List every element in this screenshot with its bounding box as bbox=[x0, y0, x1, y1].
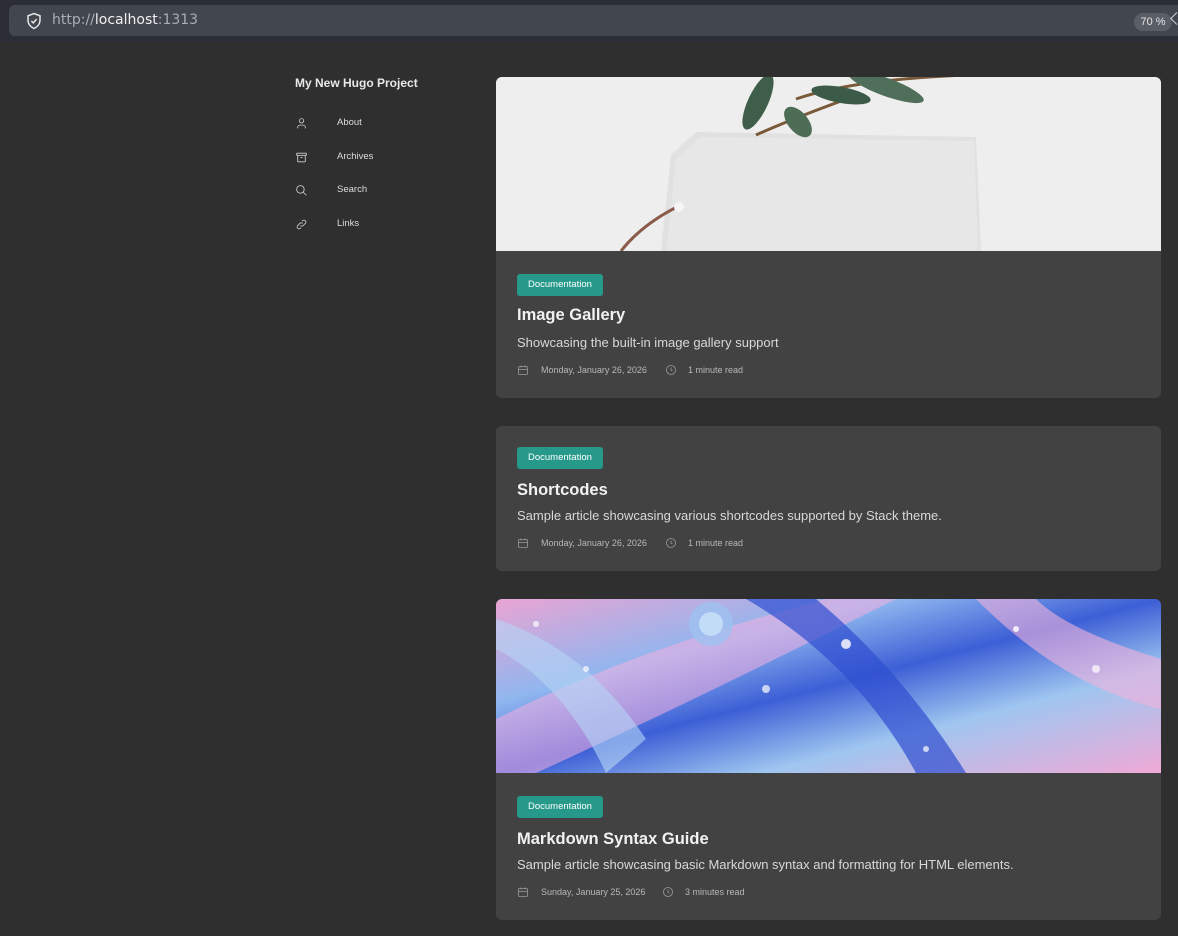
category-tag[interactable]: Documentation bbox=[517, 274, 603, 296]
article-read-time: 1 minute read bbox=[688, 538, 744, 548]
clock-icon bbox=[663, 887, 673, 897]
article-date: Sunday, January 25, 2026 bbox=[541, 887, 646, 897]
sidebar-item-links[interactable]: Links bbox=[295, 217, 435, 237]
article-card-shortcodes[interactable]: Documentation Shortcodes Sample article … bbox=[496, 426, 1161, 571]
clock-icon bbox=[666, 538, 676, 548]
sidebar-item-label: Archives bbox=[337, 151, 374, 162]
article-title[interactable]: Image Gallery bbox=[517, 306, 625, 325]
calendar-icon bbox=[518, 365, 528, 375]
archive-icon bbox=[296, 152, 307, 163]
sidebar-item-archives[interactable]: Archives bbox=[295, 150, 435, 170]
article-date: Monday, January 26, 2026 bbox=[541, 538, 647, 548]
article-card-image-gallery[interactable]: Documentation Image Gallery Showcasing t… bbox=[496, 77, 1161, 398]
site-title[interactable]: My New Hugo Project bbox=[295, 76, 418, 90]
address-bar[interactable]: http://localhost:1313 70 % bbox=[9, 5, 1178, 36]
article-title[interactable]: Shortcodes bbox=[517, 481, 608, 500]
article-cover-image[interactable] bbox=[496, 599, 1161, 773]
url-text[interactable]: http://localhost:1313 bbox=[52, 12, 198, 29]
article-cover-image[interactable] bbox=[496, 77, 1161, 251]
sidebar-item-about[interactable]: About bbox=[295, 116, 435, 136]
user-icon bbox=[297, 118, 306, 129]
clock-icon bbox=[666, 365, 676, 375]
browser-toolbar: http://localhost:1313 70 % bbox=[0, 0, 1178, 42]
sidebar-item-label: Search bbox=[337, 184, 368, 195]
article-subtitle: Showcasing the built-in image gallery su… bbox=[517, 335, 779, 350]
search-icon bbox=[296, 185, 307, 196]
sidebar-item-label: About bbox=[337, 117, 362, 128]
zoom-level-badge[interactable]: 70 % bbox=[1134, 13, 1172, 31]
article-read-time: 3 minutes read bbox=[685, 887, 745, 897]
calendar-icon bbox=[518, 538, 528, 548]
sidebar-item-search[interactable]: Search bbox=[295, 183, 435, 203]
article-read-time: 1 minute read bbox=[688, 365, 744, 375]
article-title[interactable]: Markdown Syntax Guide bbox=[517, 830, 709, 849]
article-subtitle: Sample article showcasing basic Markdown… bbox=[517, 857, 1014, 872]
article-date: Monday, January 26, 2026 bbox=[541, 365, 647, 375]
article-subtitle: Sample article showcasing various shortc… bbox=[517, 508, 942, 523]
sidebar-item-label: Links bbox=[337, 218, 360, 229]
link-icon bbox=[296, 219, 307, 230]
category-tag[interactable]: Documentation bbox=[517, 796, 603, 818]
calendar-icon bbox=[518, 887, 528, 897]
shield-check-icon[interactable] bbox=[25, 12, 43, 30]
article-card-markdown-syntax-guide[interactable]: Documentation Markdown Syntax Guide Samp… bbox=[496, 599, 1161, 920]
category-tag[interactable]: Documentation bbox=[517, 447, 603, 469]
